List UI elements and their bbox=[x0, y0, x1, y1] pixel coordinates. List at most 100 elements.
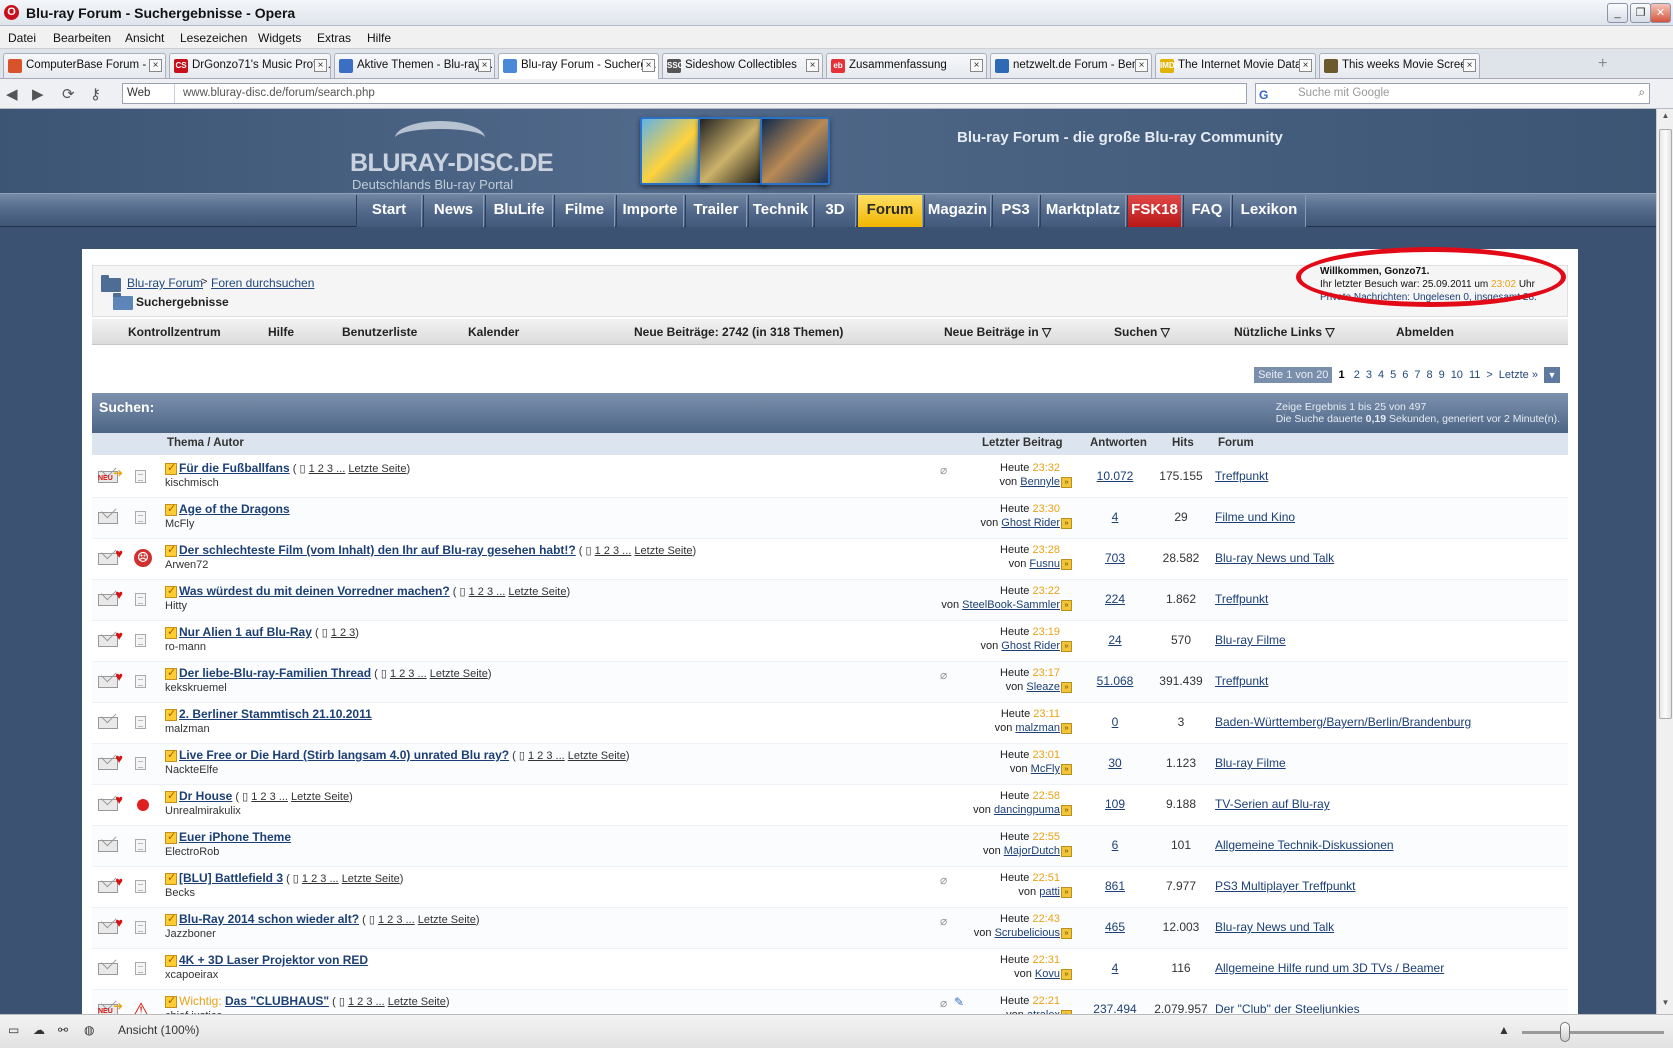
minimize-button[interactable]: _ bbox=[1607, 3, 1628, 23]
last-post-user-link[interactable]: malzman bbox=[1015, 722, 1060, 734]
go-to-last-post-icon[interactable]: » bbox=[1061, 723, 1072, 734]
answers-count[interactable]: 237.494 bbox=[1084, 1002, 1146, 1014]
pager-page-link[interactable]: 8 bbox=[1423, 369, 1435, 381]
thread-author[interactable]: Unrealmirakulix bbox=[165, 805, 241, 817]
vertical-scrollbar[interactable]: ▲ ▼ bbox=[1656, 109, 1673, 1014]
go-to-last-post-icon[interactable]: » bbox=[1061, 969, 1072, 980]
thread-row[interactable]: 2. Berliner Stammtisch 21.10.2011 malzman… bbox=[92, 703, 1568, 744]
toolbar-neue-beitraege-in[interactable]: Neue Beiträge in ▽ bbox=[944, 325, 1051, 339]
last-post-user-link[interactable]: Fusnu bbox=[1029, 558, 1060, 570]
tab-5[interactable]: eb Zusammenfassung × bbox=[826, 53, 987, 78]
thread-page-links[interactable]: 1 2 3 ... bbox=[378, 914, 415, 926]
forum-link[interactable]: Baden-Württemberg/Bayern/Berlin/Brandenb… bbox=[1215, 715, 1471, 729]
thread-title-link[interactable]: Für die Fußballfans bbox=[179, 461, 290, 475]
zoom-slider[interactable] bbox=[1522, 1031, 1664, 1034]
go-to-last-post-icon[interactable]: » bbox=[1061, 641, 1072, 652]
nav-forum[interactable]: Forum bbox=[857, 195, 923, 227]
tab-1[interactable]: CS DrGonzo71's Music Profil... × bbox=[169, 53, 331, 78]
search-field[interactable]: G Suche mit Google ⌕ bbox=[1255, 83, 1650, 104]
thread-row[interactable]: Age of the Dragons McFly Heute 23:30 von Gh… bbox=[92, 498, 1568, 539]
thread-title-link[interactable]: Live Free or Die Hard (Stirb langsam 4.0… bbox=[179, 748, 509, 762]
thread-author[interactable]: Hitty bbox=[165, 600, 187, 612]
reload-icon[interactable]: ⟳ bbox=[62, 85, 75, 103]
last-post-user-link[interactable]: Bennyle bbox=[1020, 476, 1060, 488]
menu-extras[interactable]: Extras bbox=[317, 31, 351, 45]
pager-page-link[interactable]: 5 bbox=[1387, 369, 1399, 381]
url-text[interactable]: www.bluray-disc.de/forum/search.php bbox=[183, 84, 375, 103]
thread-title-link[interactable]: 2. Berliner Stammtisch 21.10.2011 bbox=[179, 707, 372, 721]
thread-page-links[interactable]: 1 2 3 ... bbox=[309, 463, 346, 475]
pager-page-link[interactable]: 11 bbox=[1466, 369, 1483, 381]
key-icon[interactable]: ⚷ bbox=[90, 85, 101, 103]
url-field[interactable]: Web www.bluray-disc.de/forum/search.php bbox=[122, 83, 1247, 104]
tab-close-icon[interactable]: × bbox=[1463, 59, 1476, 72]
forward-icon[interactable]: ▶ bbox=[32, 85, 44, 103]
answers-count[interactable]: 4 bbox=[1084, 961, 1146, 975]
tab-0[interactable]: ComputerBase Forum - ... × bbox=[3, 53, 166, 78]
thread-page-links[interactable]: 1 2 3 ... bbox=[390, 668, 427, 680]
pager-page-link[interactable]: 7 bbox=[1411, 369, 1423, 381]
forum-link[interactable]: Blu-ray News und Talk bbox=[1215, 920, 1334, 934]
forum-link[interactable]: Allgemeine Hilfe rund um 3D TVs / Beamer bbox=[1215, 961, 1444, 975]
pager-page-link[interactable]: 10 bbox=[1448, 369, 1466, 381]
thread-title-link[interactable]: Age of the Dragons bbox=[179, 502, 290, 516]
thread-last-page-link[interactable]: Letzte Seite bbox=[430, 668, 488, 680]
answers-count[interactable]: 6 bbox=[1084, 838, 1146, 852]
nav-importe[interactable]: Importe bbox=[616, 195, 684, 227]
cloud-icon[interactable]: ☁ bbox=[33, 1023, 45, 1037]
pager-page-link[interactable]: 4 bbox=[1375, 369, 1387, 381]
forum-link[interactable]: Treffpunkt bbox=[1215, 469, 1268, 483]
toolbar-neue-beitraege[interactable]: Neue Beiträge: 2742 (in 318 Themen) bbox=[634, 325, 843, 339]
menu-datei[interactable]: Datei bbox=[8, 31, 36, 45]
go-to-last-post-icon[interactable]: » bbox=[1061, 559, 1072, 570]
last-post-user-link[interactable]: dancingpuma bbox=[994, 804, 1060, 816]
col-antworten[interactable]: Antworten bbox=[1090, 437, 1147, 449]
last-post-user-link[interactable]: MajorDutch bbox=[1004, 845, 1060, 857]
thread-last-page-link[interactable]: Letzte Seite bbox=[348, 463, 406, 475]
col-forum[interactable]: Forum bbox=[1218, 437, 1254, 449]
toolbar-nuetzliche-links[interactable]: Nützliche Links ▽ bbox=[1234, 325, 1335, 339]
thread-title-link[interactable]: Euer iPhone Theme bbox=[179, 830, 291, 844]
thread-row[interactable]: ♥ Der liebe-Blu-ray-Familien Thread ( ▯ 1… bbox=[92, 662, 1568, 703]
thread-author[interactable]: ElectroRob bbox=[165, 846, 219, 858]
maximize-button[interactable]: ❐ bbox=[1630, 3, 1651, 23]
thread-row[interactable]: ♥ ☹ Der schlechteste Film (vom Inhalt) den… bbox=[92, 539, 1568, 580]
thread-title-link[interactable]: Der schlechteste Film (vom Inhalt) den I… bbox=[179, 543, 576, 557]
breadcrumb-root[interactable]: Blu-ray Forum bbox=[127, 276, 203, 290]
tab-2[interactable]: Aktive Themen - Blu-ray ... × bbox=[334, 53, 495, 78]
forum-link[interactable]: Allgemeine Technik-Diskussionen bbox=[1215, 838, 1394, 852]
nav-lexikon[interactable]: Lexikon bbox=[1232, 195, 1306, 227]
answers-count[interactable]: 30 bbox=[1084, 756, 1146, 770]
thread-title-link[interactable]: Nur Alien 1 auf Blu-Ray bbox=[179, 625, 312, 639]
last-post-user-link[interactable]: Ghost Rider bbox=[1001, 517, 1060, 529]
forum-link[interactable]: Blu-ray Filme bbox=[1215, 633, 1286, 647]
thread-last-page-link[interactable]: Letzte Seite bbox=[508, 586, 566, 598]
nav-marktplatz[interactable]: Marktplatz bbox=[1040, 195, 1126, 227]
col-thema[interactable]: Thema / Autor bbox=[167, 437, 244, 449]
menu-hilfe[interactable]: Hilfe bbox=[367, 31, 391, 45]
thread-title-link[interactable]: [BLU] Battlefield 3 bbox=[179, 871, 283, 885]
thread-last-page-link[interactable]: Letzte Seite bbox=[418, 914, 476, 926]
go-to-last-post-icon[interactable]: » bbox=[1061, 477, 1072, 488]
tab-3[interactable]: Blu-ray Forum - Sucherg... × bbox=[498, 53, 659, 79]
nav-trailer[interactable]: Trailer bbox=[685, 195, 747, 227]
thread-page-links[interactable]: 1 2 3 ... bbox=[469, 586, 506, 598]
thread-title-link[interactable]: Das "CLUBHAUS" bbox=[225, 994, 329, 1008]
thread-row[interactable]: ♥ [BLU] Battlefield 3 ( ▯ 1 2 3 ... Letzt… bbox=[92, 867, 1568, 908]
thread-author[interactable]: Jazzboner bbox=[165, 928, 216, 940]
tab-close-icon[interactable]: × bbox=[149, 59, 162, 72]
answers-count[interactable]: 465 bbox=[1084, 920, 1146, 934]
thread-author[interactable]: Arwen72 bbox=[165, 559, 208, 571]
thread-title-link[interactable]: Der liebe-Blu-ray-Familien Thread bbox=[179, 666, 371, 680]
nav-faq[interactable]: FAQ bbox=[1183, 195, 1231, 227]
pager-page-link[interactable]: Letzte » bbox=[1496, 369, 1541, 381]
nav-start[interactable]: Start bbox=[356, 195, 422, 227]
answers-count[interactable]: 24 bbox=[1084, 633, 1146, 647]
thread-author[interactable]: kischmisch bbox=[165, 477, 219, 489]
thread-page-links[interactable]: 1 2 3 ... bbox=[302, 873, 339, 885]
thread-last-page-link[interactable]: Letzte Seite bbox=[634, 545, 692, 557]
tab-close-icon[interactable]: × bbox=[642, 59, 655, 72]
nav-technik[interactable]: Technik bbox=[748, 195, 813, 227]
forum-link[interactable]: Filme und Kino bbox=[1215, 510, 1295, 524]
last-post-user-link[interactable]: SteelBook-Sammler bbox=[962, 599, 1060, 611]
